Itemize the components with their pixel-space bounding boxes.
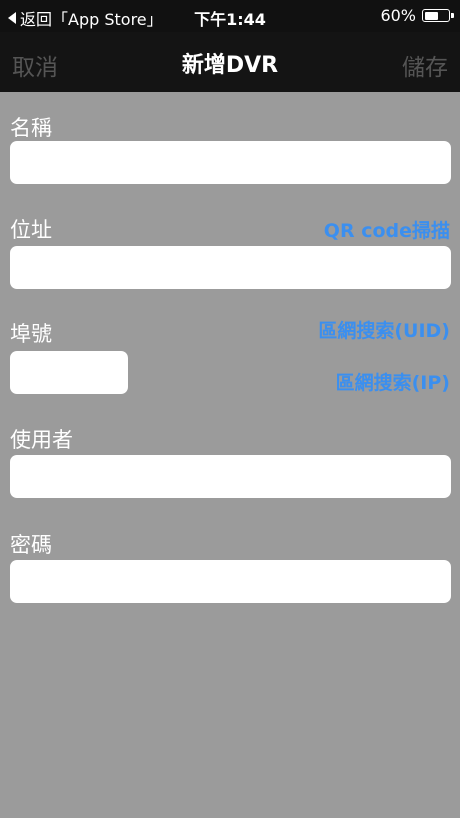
port-input[interactable] — [10, 351, 128, 394]
battery-icon — [422, 9, 454, 22]
status-bar: 返回「App Store」 下午1:44 60% — [0, 0, 460, 32]
save-button[interactable]: 儲存 — [402, 48, 448, 82]
battery-percent: 60% — [380, 6, 416, 25]
password-input[interactable] — [10, 560, 451, 603]
page-title: 新增DVR — [181, 53, 279, 78]
user-input[interactable] — [10, 455, 451, 498]
port-label: 埠號 — [10, 322, 52, 346]
lan-search-uid-link[interactable]: 區網搜索(UID) — [318, 316, 450, 343]
battery-tip — [451, 13, 454, 18]
nav-bar: 取消 新增DVR 儲存 — [0, 32, 460, 92]
name-input[interactable] — [10, 141, 451, 184]
status-right: 60% — [380, 6, 454, 25]
qr-code-scan-link[interactable]: QR code掃描 — [324, 216, 450, 243]
battery-fill — [424, 11, 439, 20]
password-label: 密碼 — [10, 533, 52, 557]
address-label: 位址 — [10, 218, 52, 242]
lan-search-ip-link[interactable]: 區網搜索(IP) — [336, 368, 450, 395]
address-input[interactable] — [10, 246, 451, 289]
user-label: 使用者 — [10, 428, 73, 452]
name-label: 名稱 — [10, 116, 52, 140]
